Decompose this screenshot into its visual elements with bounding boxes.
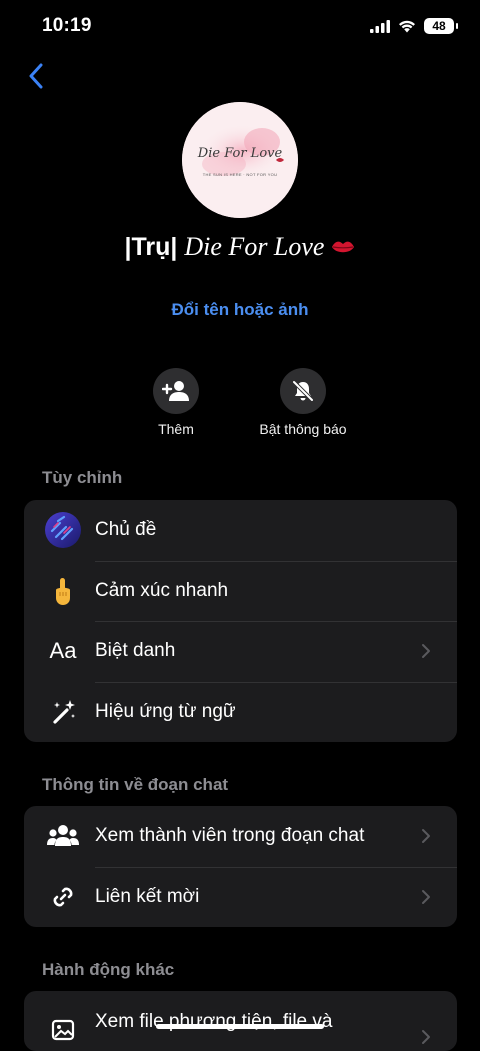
- quick-reaction-row[interactable]: Cảm xúc nhanh: [24, 560, 457, 622]
- theme-icon: [42, 509, 84, 551]
- group-avatar[interactable]: Die For Love THE SUN IS HERE · NOT FOR Y…: [182, 102, 298, 218]
- bell-muted-icon: [292, 380, 314, 402]
- nickname-icon-text: Aa: [49, 638, 77, 664]
- avatar-logo-text: Die For Love: [197, 146, 283, 161]
- chevron-right-icon: [422, 829, 430, 844]
- theme-row[interactable]: Chủ đề: [24, 500, 457, 561]
- nickname-row[interactable]: Aa Biệt danh: [24, 621, 457, 682]
- add-member-circle: [153, 368, 199, 414]
- wifi-icon: [399, 20, 415, 32]
- other-actions-card: Xem file phương tiện, file và: [24, 991, 457, 1051]
- add-member-label: Thêm: [158, 421, 194, 437]
- group-name-script: Die For Love: [184, 232, 325, 261]
- word-effects-row[interactable]: Hiệu ứng từ ngữ: [24, 681, 457, 743]
- quick-reaction-label: Cảm xúc nhanh: [95, 579, 229, 601]
- nickname-icon: Aa: [42, 630, 84, 672]
- cellular-signal-icon: [370, 19, 390, 33]
- back-button[interactable]: [22, 60, 50, 92]
- chat-info-section-title: Thông tin về đoạn chat: [42, 775, 229, 794]
- rename-link[interactable]: Đổi tên hoặc ảnh: [0, 300, 480, 320]
- people-icon: [42, 815, 84, 857]
- battery-level: 48: [432, 19, 446, 33]
- battery-indicator: 48: [424, 18, 458, 34]
- nickname-label: Biệt danh: [95, 640, 176, 662]
- home-indicator[interactable]: [156, 1024, 324, 1029]
- theme-label: Chủ đề: [95, 519, 157, 541]
- word-effects-label: Hiệu ứng từ ngữ: [95, 700, 236, 722]
- chat-info-card: Xem thành viên trong đoạn chat Liên kết …: [24, 806, 457, 927]
- notifications-button[interactable]: Bật thông báo: [238, 368, 368, 437]
- notifications-label: Bật thông báo: [259, 421, 347, 437]
- chevron-right-icon: [422, 1030, 430, 1044]
- quick-reaction-icon: [42, 570, 84, 612]
- invite-link-label: Liên kết mời: [95, 885, 200, 907]
- notifications-circle: [280, 368, 326, 414]
- chevron-right-icon: [422, 644, 430, 659]
- group-name: |Trụ| Die For Love: [0, 232, 480, 262]
- view-members-row[interactable]: Xem thành viên trong đoạn chat: [24, 806, 457, 867]
- add-person-icon: [162, 381, 189, 401]
- magic-wand-icon: [42, 691, 84, 733]
- chevron-right-icon: [422, 889, 430, 904]
- other-actions-section-title: Hành động khác: [42, 960, 175, 979]
- customize-card: Chủ đề Cảm xúc nhanh Aa Biệt danh Hiệu ứ…: [24, 500, 457, 742]
- avatar-tagline: THE SUN IS HERE · NOT FOR YOU: [202, 172, 278, 177]
- chevron-left-icon: [29, 63, 43, 89]
- invite-link-row[interactable]: Liên kết mời: [24, 866, 457, 928]
- view-media-row[interactable]: Xem file phương tiện, file và: [24, 991, 457, 1051]
- group-name-prefix: |Trụ|: [124, 233, 178, 261]
- status-time: 10:19: [42, 15, 92, 36]
- link-icon: [42, 876, 84, 918]
- status-bar: 10:19 48: [0, 0, 480, 52]
- customize-section-title: Tùy chỉnh: [42, 468, 123, 487]
- add-member-button[interactable]: Thêm: [111, 368, 241, 437]
- status-icons: 48: [370, 18, 458, 34]
- media-icon: [42, 1009, 84, 1051]
- lips-icon: [332, 241, 355, 253]
- view-members-label: Xem thành viên trong đoạn chat: [95, 825, 365, 847]
- view-media-label: Xem file phương tiện, file và: [95, 1011, 333, 1032]
